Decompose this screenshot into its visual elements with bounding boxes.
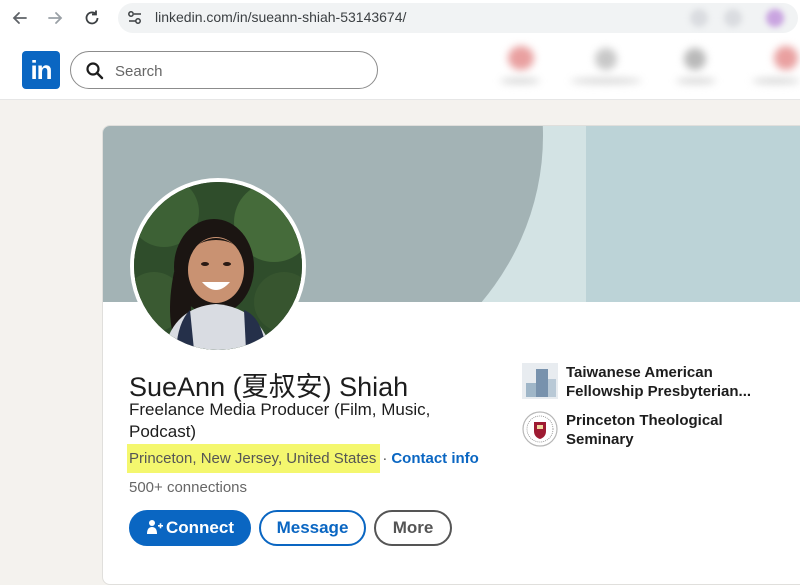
nav-label-blur bbox=[752, 78, 800, 84]
site-settings-icon[interactable] bbox=[126, 9, 144, 27]
nav-label-blur bbox=[676, 78, 716, 84]
reload-icon[interactable] bbox=[82, 8, 102, 28]
search-input[interactable] bbox=[115, 60, 365, 82]
nav-label-blur bbox=[500, 78, 540, 84]
search-icon bbox=[85, 61, 105, 81]
url-text[interactable]: linkedin.com/in/sueann-shiah-53143674/ bbox=[155, 9, 406, 25]
org-name: Princeton Theological Seminary bbox=[566, 412, 723, 448]
forward-arrow-icon[interactable] bbox=[45, 8, 65, 28]
connections-count[interactable]: 500+ connections bbox=[129, 479, 247, 496]
address-bar[interactable]: linkedin.com/in/sueann-shiah-53143674/ bbox=[118, 3, 798, 33]
contact-info-link[interactable]: Contact info bbox=[391, 450, 479, 467]
add-person-icon bbox=[147, 520, 163, 534]
nav-messaging-icon[interactable] bbox=[774, 46, 798, 70]
more-button[interactable]: More bbox=[374, 510, 452, 546]
nav-home-icon[interactable] bbox=[508, 46, 534, 70]
nav-jobs-icon[interactable] bbox=[684, 48, 706, 70]
linkedin-header: in bbox=[0, 36, 800, 100]
profile-avatar[interactable] bbox=[130, 178, 306, 354]
connections-number: 500+ bbox=[129, 479, 163, 496]
extension-icon[interactable] bbox=[690, 9, 708, 27]
profile-location: Princeton, New Jersey, United States bbox=[127, 444, 381, 473]
location-row: Princeton, New Jersey, United States · Con… bbox=[127, 444, 479, 475]
connect-label: Connect bbox=[166, 518, 234, 537]
linkedin-logo[interactable]: in bbox=[22, 51, 60, 89]
nav-label-blur bbox=[570, 78, 642, 84]
message-button[interactable]: Message bbox=[259, 510, 366, 546]
connections-label: connections bbox=[166, 479, 248, 496]
banner-panel bbox=[586, 126, 800, 302]
back-arrow-icon[interactable] bbox=[10, 8, 30, 28]
org-name: Taiwanese American Fellowship Presbyteri… bbox=[566, 364, 752, 400]
building-logo-icon bbox=[522, 363, 558, 399]
connect-button[interactable]: Connect bbox=[129, 510, 251, 546]
browser-toolbar: linkedin.com/in/sueann-shiah-53143674/ bbox=[0, 0, 800, 36]
profile-avatar-icon[interactable] bbox=[766, 9, 784, 27]
extension-icon[interactable] bbox=[724, 9, 742, 27]
separator-dot: · bbox=[382, 450, 388, 467]
profile-headline: Freelance Media Producer (Film, Music, P… bbox=[129, 400, 431, 441]
seminary-seal-icon bbox=[522, 411, 558, 447]
search-box[interactable] bbox=[70, 51, 378, 89]
nav-network-icon[interactable] bbox=[595, 48, 617, 70]
